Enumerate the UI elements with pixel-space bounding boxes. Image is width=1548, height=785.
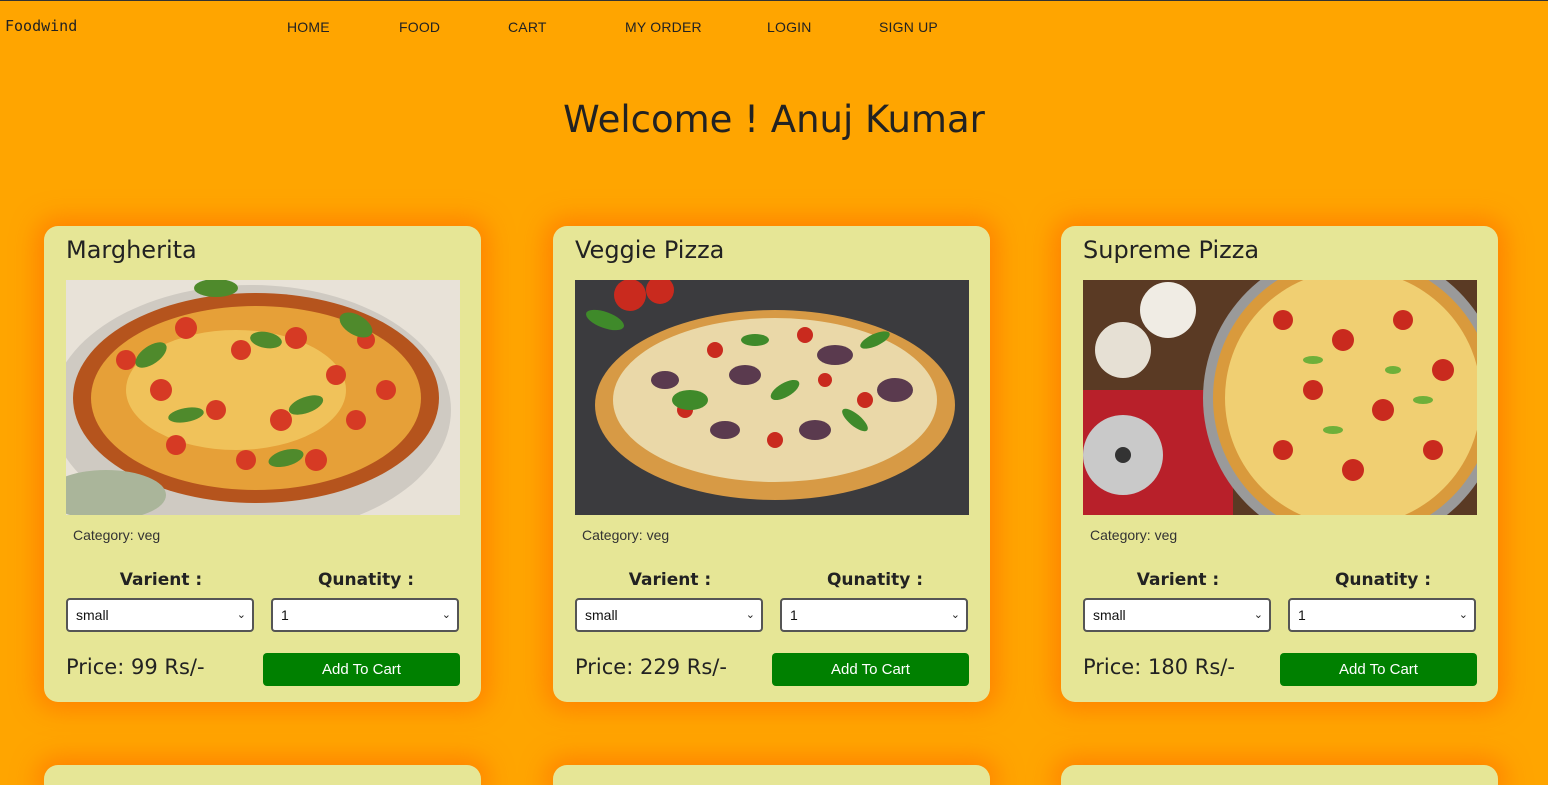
top-border (0, 0, 1548, 1)
product-card-supreme-pizza: Supreme Pizza Category: veg Varient : Qu… (1061, 226, 1498, 702)
chevron-down-icon: ⌄ (1253, 609, 1263, 621)
quantity-select[interactable]: 1 ⌄ (271, 598, 459, 632)
nav-login-link[interactable]: LOGIN (767, 19, 812, 35)
product-category: Category: veg (73, 527, 161, 543)
nav-home-link[interactable]: HOME (287, 19, 330, 35)
brand-logo[interactable]: Foodwind (5, 17, 77, 35)
product-category: Category: veg (582, 527, 670, 543)
quantity-label: Qunatity : (317, 570, 414, 590)
varient-select[interactable]: small ⌄ (575, 598, 763, 632)
product-card-next-row (44, 765, 481, 785)
varient-select[interactable]: small ⌄ (1083, 598, 1271, 632)
supreme-pizza-image (1083, 280, 1477, 515)
nav-cart-link[interactable]: CART (508, 19, 547, 35)
varient-select[interactable]: small ⌄ (66, 598, 254, 632)
varient-select-value: small (76, 607, 109, 623)
quantity-select-value: 1 (1298, 607, 1306, 623)
product-price: Price: 229 Rs/- (575, 655, 727, 679)
add-to-cart-button[interactable]: Add To Cart (772, 653, 969, 686)
margherita-pizza-image (66, 280, 460, 515)
chevron-down-icon: ⌄ (441, 609, 451, 621)
quantity-label: Qunatity : (1334, 570, 1431, 590)
quantity-select[interactable]: 1 ⌄ (1288, 598, 1476, 632)
chevron-down-icon: ⌄ (236, 609, 246, 621)
product-price: Price: 180 Rs/- (1083, 655, 1235, 679)
add-to-cart-button[interactable]: Add To Cart (263, 653, 460, 686)
nav-my-order-link[interactable]: MY ORDER (625, 19, 702, 35)
chevron-down-icon: ⌄ (1458, 609, 1468, 621)
product-card-veggie-pizza: Veggie Pizza Category: veg Varient: Qun… (553, 226, 990, 702)
veggie-pizza-image (575, 280, 969, 515)
nav-sign-up-link[interactable]: SIGN UP (879, 19, 938, 35)
product-price: Price: 99 Rs/- (66, 655, 205, 679)
welcome-heading: Welcome ! Anuj Kumar (563, 98, 985, 141)
varient-label: Varient : (119, 570, 203, 590)
product-title: Veggie Pizza (575, 236, 725, 264)
quantity-label: Qunatity : (826, 570, 923, 590)
quantity-select-value: 1 (281, 607, 289, 623)
quantity-select-value: 1 (790, 607, 798, 623)
product-title: Supreme Pizza (1083, 236, 1260, 264)
product-card-margherita: Margherita Category: veg Varient: Qunat… (44, 226, 481, 702)
varient-label: Varient : (1136, 570, 1220, 590)
nav-food-link[interactable]: FOOD (399, 19, 440, 35)
product-category: Category: veg (1090, 527, 1178, 543)
product-card-next-row (1061, 765, 1498, 785)
varient-label: Varient : (628, 570, 712, 590)
product-title: Margherita (66, 236, 197, 264)
varient-select-value: small (585, 607, 618, 623)
varient-select-value: small (1093, 607, 1126, 623)
product-card-next-row (553, 765, 990, 785)
add-to-cart-button[interactable]: Add To Cart (1280, 653, 1477, 686)
chevron-down-icon: ⌄ (950, 609, 960, 621)
chevron-down-icon: ⌄ (745, 609, 755, 621)
quantity-select[interactable]: 1 ⌄ (780, 598, 968, 632)
